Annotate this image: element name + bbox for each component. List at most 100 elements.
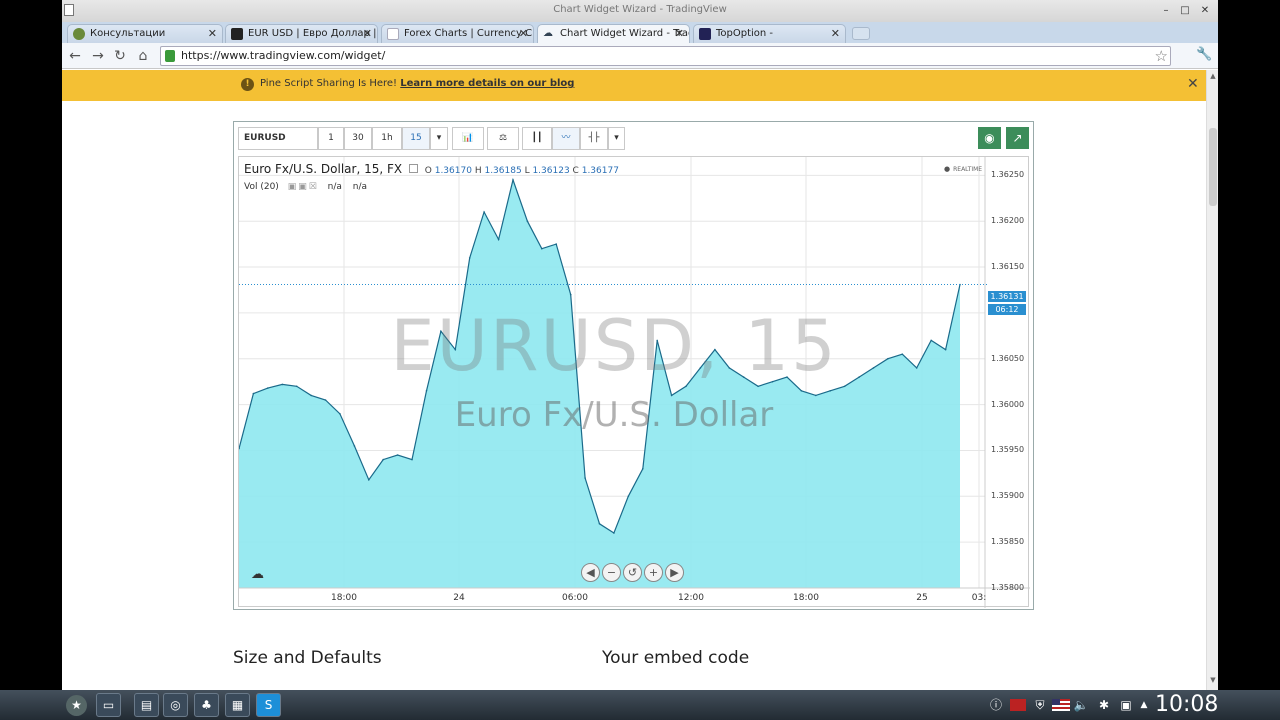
- volume-settings-icon[interactable]: ▣▣☒: [288, 182, 319, 192]
- forward-icon[interactable]: →: [90, 48, 106, 64]
- interval-1[interactable]: 1: [318, 127, 344, 150]
- data-point: [512, 179, 514, 181]
- close-icon[interactable]: ✕: [1187, 76, 1199, 92]
- data-point: [858, 376, 860, 378]
- start-menu-icon[interactable]: ★: [66, 695, 87, 716]
- browser-window: Chart Widget Wizard - TradingView – □ ✕ …: [62, 0, 1218, 690]
- zoom-out-icon[interactable]: −: [602, 563, 621, 582]
- cloud-icon: ☁: [543, 28, 553, 39]
- data-point: [339, 413, 341, 415]
- data-point: [872, 367, 875, 369]
- interval-1h[interactable]: 1h: [372, 127, 402, 150]
- volume-value: n/a: [327, 182, 342, 192]
- open-value: 1.36170: [434, 166, 472, 176]
- compare-icon[interactable]: ⚖: [487, 127, 519, 150]
- ohlc-values: O 1.36170 H 1.36185 L 1.36123 C 1.36177: [425, 166, 619, 176]
- data-point: [252, 392, 255, 395]
- indicators-icon[interactable]: 📊: [452, 127, 484, 150]
- y-tick-label: 1.36000: [991, 399, 1025, 409]
- scroll-up-icon[interactable]: ▲: [1208, 72, 1218, 80]
- network-icon[interactable]: ⓘ: [988, 696, 1004, 714]
- data-point: [555, 243, 557, 245]
- tab-topoption[interactable]: TopOption - ✕: [693, 24, 846, 43]
- settings-icon[interactable]: [408, 164, 418, 173]
- files-icon[interactable]: ▤: [134, 693, 159, 717]
- address-bar[interactable]: https://www.tradingview.com/widget/ ☆: [160, 46, 1171, 66]
- skype-icon[interactable]: S: [256, 693, 281, 717]
- data-point: [598, 523, 601, 525]
- tab-chart-widget[interactable]: ☁ Chart Widget Wizard - Trad ✕: [537, 24, 690, 43]
- back-icon[interactable]: ←: [67, 48, 83, 64]
- candles-icon[interactable]: ┃┃: [522, 127, 552, 150]
- us-flag-icon[interactable]: [1052, 699, 1070, 711]
- x-tick-label: 25: [916, 593, 928, 603]
- minimize-button[interactable]: –: [1159, 4, 1173, 17]
- data-point: [267, 387, 269, 389]
- camera-icon[interactable]: ◉: [978, 127, 1001, 149]
- vertical-scrollbar[interactable]: ▲ ▼: [1206, 70, 1218, 690]
- data-point: [353, 445, 356, 447]
- close-icon[interactable]: ✕: [519, 25, 528, 42]
- bluetooth-icon[interactable]: ✱: [1096, 696, 1112, 714]
- chart-type-dropdown[interactable]: ▾: [608, 127, 625, 150]
- notification-link[interactable]: Learn more details on our blog: [400, 78, 574, 89]
- app-tray-icon[interactable]: [1010, 699, 1026, 711]
- game-icon[interactable]: ♣: [194, 693, 219, 717]
- scroll-right-icon[interactable]: ▶: [665, 563, 684, 582]
- tab-eurusd[interactable]: EUR USD | Евро Доллар | ✕: [225, 24, 378, 43]
- tab-forex-charts[interactable]: Forex Charts | Currency Ch ✕: [381, 24, 534, 43]
- y-tick-label: 1.35800: [991, 583, 1025, 592]
- new-tab-button[interactable]: [852, 27, 870, 40]
- close-window-button[interactable]: ✕: [1198, 4, 1212, 17]
- close-value: 1.36177: [581, 166, 619, 176]
- volume-icon[interactable]: 🔈: [1073, 696, 1089, 714]
- home-icon[interactable]: ⌂: [135, 48, 151, 64]
- interval-15[interactable]: 15: [402, 127, 430, 150]
- page-icon: [387, 28, 399, 40]
- reset-icon[interactable]: ↺: [623, 563, 642, 582]
- legend-title: Euro Fx/U.S. Dollar, 15, FX: [244, 162, 403, 176]
- scroll-left-icon[interactable]: ◀: [581, 563, 600, 582]
- chart-widget: EURUSD 1 30 1h 15 ▾ 📊 ⚖ ┃┃ 〰 ┤├ ▾ ◉ ↗ EU…: [233, 121, 1034, 610]
- scroll-thumb[interactable]: [1209, 128, 1217, 206]
- bookmark-star-icon[interactable]: ☆: [1155, 47, 1168, 65]
- symbol-input[interactable]: EURUSD: [238, 127, 318, 150]
- close-icon[interactable]: ✕: [208, 25, 217, 42]
- desktop-icon[interactable]: ▭: [96, 693, 121, 717]
- close-label: C: [572, 166, 579, 176]
- y-tick-label: 1.35850: [991, 537, 1025, 547]
- tray-device-icon[interactable]: ▣: [1118, 696, 1134, 714]
- x-tick-label: 18:00: [793, 593, 819, 603]
- data-point: [915, 367, 918, 369]
- interval-30[interactable]: 30: [344, 127, 372, 150]
- tab-label: Chart Widget Wizard - Trad: [560, 28, 690, 39]
- data-point: [324, 399, 327, 401]
- scroll-down-icon[interactable]: ▼: [1208, 676, 1218, 684]
- media-icon[interactable]: ▦: [225, 693, 250, 717]
- notification-text: Pine Script Sharing Is Here! Learn more …: [260, 78, 574, 89]
- interval-dropdown[interactable]: ▾: [430, 127, 448, 150]
- clock: 10:08: [1155, 692, 1219, 717]
- title-bar: Chart Widget Wizard - TradingView – □ ✕: [62, 0, 1218, 22]
- y-tick-label: 1.36150: [991, 262, 1025, 272]
- reload-icon[interactable]: ↻: [112, 48, 128, 64]
- close-icon[interactable]: ✕: [363, 25, 372, 42]
- zoom-in-icon[interactable]: +: [644, 563, 663, 582]
- line-chart-icon[interactable]: 〰: [552, 127, 580, 150]
- tab-consultations[interactable]: Консультации ✕: [67, 24, 223, 43]
- watermark-symbol: EURUSD, 15: [390, 305, 838, 387]
- data-point: [425, 390, 428, 392]
- tray-expand-icon[interactable]: ▲: [1138, 696, 1150, 714]
- maximize-button[interactable]: □: [1178, 4, 1192, 17]
- wrench-icon[interactable]: 🔧: [1196, 47, 1212, 62]
- tab-label: EUR USD | Евро Доллар |: [248, 28, 377, 39]
- chrome-icon[interactable]: ◎: [163, 693, 188, 717]
- chart-area[interactable]: EURUSD, 15 Euro Fx/U.S. Dollar Euro Fx/U…: [238, 156, 1030, 608]
- tradingview-logo-icon[interactable]: ☁: [251, 567, 273, 582]
- popout-icon[interactable]: ↗: [1006, 127, 1029, 149]
- size-defaults-heading: Size and Defaults: [233, 648, 382, 668]
- close-icon[interactable]: ✕: [675, 25, 684, 42]
- shield-tray-icon[interactable]: ⛨: [1032, 696, 1048, 714]
- bars-icon[interactable]: ┤├: [580, 127, 608, 150]
- close-icon[interactable]: ✕: [831, 25, 840, 42]
